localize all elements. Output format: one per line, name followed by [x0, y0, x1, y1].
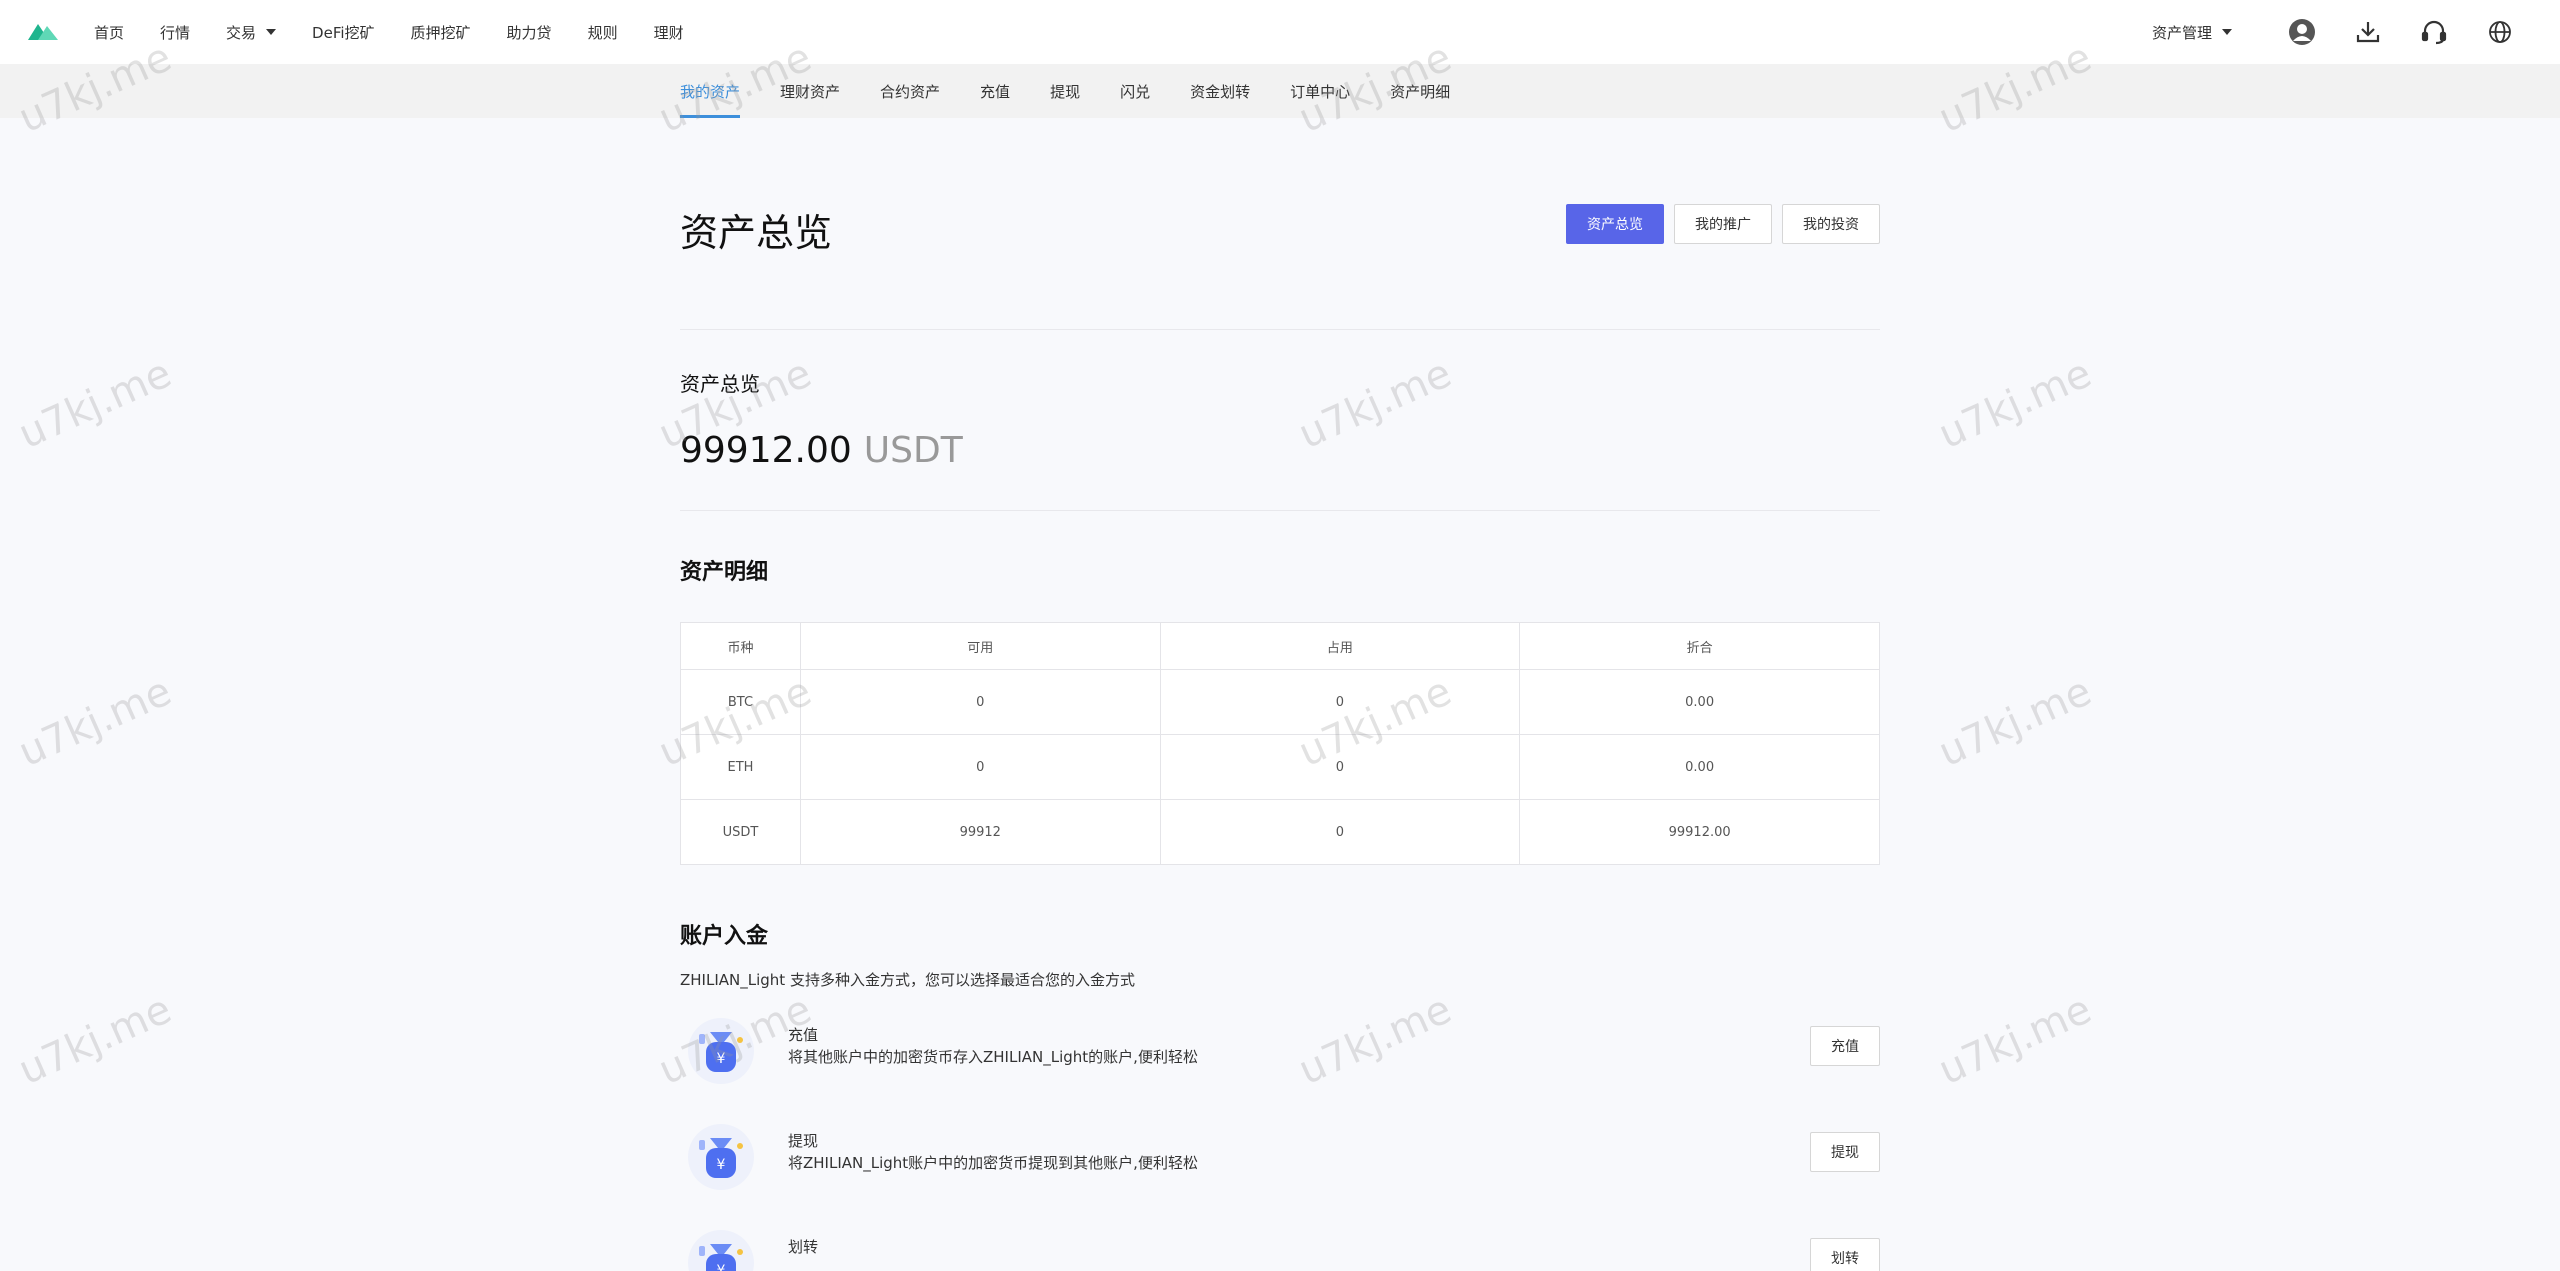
nav-finance[interactable]: 理财 [654, 22, 684, 43]
table-cell: BTC [680, 669, 801, 735]
svg-text:¥: ¥ [717, 1157, 726, 1173]
table-cell: 0.00 [1519, 669, 1880, 735]
table-row: BTC 0 0 0.00 [680, 669, 1880, 735]
method-description: 将ZHILIAN_Light账户中的加密货币提现到其他账户,便利轻松 [788, 1154, 1198, 1172]
asset-details-title: 资产明细 [680, 560, 769, 585]
nav-defi-mining[interactable]: DeFi挖矿 [312, 22, 374, 43]
deposit-button[interactable]: 充值 [1810, 1026, 1880, 1066]
total-assets: 99912.00 USDT [680, 430, 963, 471]
tab-flash-swap[interactable]: 闪兑 [1120, 64, 1150, 118]
table-cell: 0 [1159, 799, 1521, 865]
tab-deposit[interactable]: 充值 [980, 64, 1010, 118]
asset-subnav: 我的资产 理财资产 合约资产 充值 提现 闪兑 资金划转 订单中心 资产明细 [0, 64, 2560, 118]
watermark: u7kj.me [1292, 350, 1459, 459]
withdraw-button[interactable]: 提现 [1810, 1132, 1880, 1172]
table-row: ETH 0 0 0.00 [680, 734, 1880, 800]
table-cell: USDT [680, 799, 801, 865]
top-navbar: 首页 行情 交易 DeFi挖矿 质押挖矿 助力贷 规则 理财 资产管理 [0, 0, 2560, 64]
nav-rules[interactable]: 规则 [588, 22, 618, 43]
deposit-method-row: ¥ 充值 将其他账户中的加密货币存入ZHILIAN_Light的账户,便利轻松 … [680, 1008, 1880, 1088]
header-buttons: 资产总览 我的推广 我的投资 [1556, 204, 1880, 244]
column-header: 可用 [799, 622, 1161, 670]
watermark: u7kj.me [12, 986, 179, 1095]
watermark: u7kj.me [12, 668, 179, 777]
watermark: u7kj.me [1932, 986, 2099, 1095]
globe-icon[interactable] [2486, 18, 2514, 46]
transfer-button[interactable]: 划转 [1810, 1238, 1880, 1271]
nav-market[interactable]: 行情 [160, 22, 190, 43]
nav-loan[interactable]: 助力贷 [507, 22, 552, 43]
divider [680, 329, 1880, 330]
divider [680, 510, 1880, 511]
method-name: 充值 [788, 1026, 819, 1044]
caret-down-icon [266, 29, 277, 35]
money-bag-icon: ¥ [688, 1124, 754, 1190]
tab-fund-transfer[interactable]: 资金划转 [1190, 64, 1250, 118]
table-cell: 99912 [799, 799, 1161, 865]
tab-order-center[interactable]: 订单中心 [1290, 64, 1350, 118]
svg-text:¥: ¥ [717, 1051, 726, 1067]
tab-withdraw[interactable]: 提现 [1050, 64, 1080, 118]
table-cell: 0.00 [1519, 734, 1880, 800]
caret-down-icon [2222, 29, 2232, 35]
column-header: 占用 [1159, 622, 1521, 670]
column-header: 币种 [680, 622, 801, 670]
method-name: 提现 [788, 1132, 819, 1150]
deposit-method-row: ¥ 划转 划转 [680, 1220, 1880, 1271]
logo-icon[interactable] [28, 20, 58, 42]
nav-trade[interactable]: 交易 [226, 22, 277, 43]
money-bag-icon: ¥ [688, 1018, 754, 1084]
headset-icon[interactable] [2420, 18, 2448, 46]
money-bag-icon: ¥ [688, 1230, 754, 1271]
svg-text:¥: ¥ [717, 1263, 726, 1271]
table-cell: 0 [799, 734, 1161, 800]
nav-home[interactable]: 首页 [94, 22, 124, 43]
asset-overview-button[interactable]: 资产总览 [1566, 204, 1664, 244]
deposit-method-row: ¥ 提现 将ZHILIAN_Light账户中的加密货币提现到其他账户,便利轻松 … [680, 1114, 1880, 1194]
asset-management-menu[interactable]: 资产管理 [2152, 22, 2232, 43]
tab-finance-assets[interactable]: 理财资产 [780, 64, 840, 118]
download-icon[interactable] [2354, 18, 2382, 46]
tab-asset-details[interactable]: 资产明细 [1390, 64, 1450, 118]
table-cell: 0 [1159, 669, 1521, 735]
watermark: u7kj.me [12, 350, 179, 459]
table-row: USDT 99912 0 99912.00 [680, 799, 1880, 865]
user-icon[interactable] [2288, 18, 2316, 46]
method-description: 将其他账户中的加密货币存入ZHILIAN_Light的账户,便利轻松 [788, 1048, 1198, 1066]
watermark: u7kj.me [1932, 668, 2099, 777]
page-title: 资产总览 [680, 211, 833, 255]
my-investment-button[interactable]: 我的投资 [1782, 204, 1880, 244]
table-cell: 0 [1159, 734, 1521, 800]
table-cell: 0 [799, 669, 1161, 735]
tab-contract-assets[interactable]: 合约资产 [880, 64, 940, 118]
deposit-subtitle: ZHILIAN_Light 支持多种入金方式，您可以选择最适合您的入金方式 [680, 971, 1135, 989]
tab-my-assets[interactable]: 我的资产 [680, 64, 741, 118]
total-assets-label: 资产总览 [680, 372, 760, 396]
total-assets-value: 99912.00 [680, 430, 852, 471]
table-cell: 99912.00 [1519, 799, 1880, 865]
table-cell: ETH [680, 734, 801, 800]
nav-staking-mining[interactable]: 质押挖矿 [411, 22, 471, 43]
watermark: u7kj.me [1932, 350, 2099, 459]
total-assets-unit: USDT [863, 430, 963, 471]
column-header: 折合 [1519, 622, 1880, 670]
method-name: 划转 [788, 1238, 819, 1256]
table-header-row: 币种 可用 占用 折合 [680, 622, 1880, 670]
deposit-title: 账户入金 [680, 924, 769, 949]
my-promotion-button[interactable]: 我的推广 [1674, 204, 1772, 244]
asset-table: 币种 可用 占用 折合 BTC 0 0 0.00 ETH 0 0 0.00 US… [680, 622, 1880, 865]
